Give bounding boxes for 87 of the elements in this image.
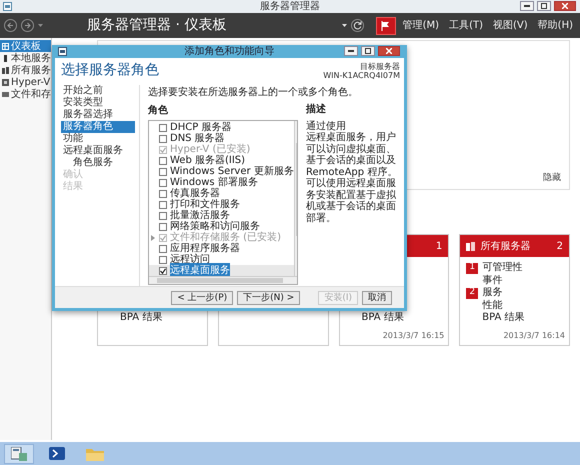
menu-item[interactable]: 帮助(H) (534, 18, 576, 33)
server-manager-taskbar-icon[interactable] (4, 444, 34, 464)
tile-row-label[interactable]: 性能 (482, 298, 502, 313)
forward-arrow-icon (24, 22, 31, 29)
wizard-step[interactable]: 服务器角色 (61, 121, 135, 133)
description-text: 通过使用 远程桌面服务，用户可以访问虚拟桌面、基于会话的桌面以及 RemoteApp 程序。可以使用远程桌面服务安装配置基于虚拟机或基于会话的桌面部署。 (306, 120, 398, 224)
description-link[interactable]: 远程桌面服务 (306, 132, 366, 143)
menu-item[interactable]: 工具(T) (446, 18, 486, 33)
wizard-step[interactable]: 安装类型 (61, 97, 135, 109)
tile-date: 2013/3/7 16:15 (382, 331, 444, 340)
role-checkbox[interactable] (159, 178, 167, 186)
close-icon (386, 48, 392, 54)
wizard-step[interactable]: 功能 (61, 133, 135, 145)
wizard-button[interactable]: < 上一步(P) (171, 290, 234, 304)
back-arrow-icon (7, 22, 14, 29)
role-checkbox[interactable] (159, 222, 167, 230)
dialog-title: 添加角色和功能向导 (184, 44, 274, 59)
app-icon (58, 47, 67, 56)
servers-icon (466, 242, 476, 250)
vertical-scrollbar[interactable] (294, 121, 297, 276)
tile-row-label[interactable]: 事件 (482, 272, 502, 288)
minimize-button[interactable] (344, 46, 358, 56)
close-button[interactable] (378, 46, 400, 56)
wizard-button[interactable]: 取消 (362, 290, 392, 304)
refresh-button[interactable] (350, 19, 364, 32)
wizard-step[interactable]: 远程桌面服务 (61, 145, 135, 157)
dropdown-icon[interactable] (342, 24, 347, 27)
minimize-icon (524, 5, 530, 7)
servers-icon (2, 66, 9, 74)
server-icon (2, 54, 9, 62)
maximize-button[interactable] (537, 1, 551, 11)
role-checkbox[interactable] (159, 190, 167, 198)
app-icon (3, 2, 12, 11)
refresh-icon (352, 21, 362, 30)
role-checkbox[interactable] (159, 244, 167, 252)
close-button[interactable] (554, 1, 576, 11)
tile-count: 2 (556, 240, 563, 254)
minimize-button[interactable] (520, 1, 534, 11)
tile-date: 2013/3/7 16:14 (503, 331, 565, 340)
tile-row-label[interactable]: 可管理性 (482, 260, 522, 276)
sidebar-item[interactable]: 文件和存 (0, 88, 51, 100)
dashboard-icon (2, 42, 9, 50)
tile-row-label[interactable]: BPA 结果 (362, 310, 404, 326)
tile-row-label[interactable]: BPA 结果 (482, 310, 525, 326)
roles-heading: 角色 (148, 104, 169, 118)
tile-title: 所有服务器 (480, 240, 530, 254)
flag-icon (381, 20, 390, 30)
back-button[interactable] (4, 19, 17, 32)
description-heading: 描述 (306, 104, 327, 116)
tile-row-label[interactable]: BPA 结果 (120, 310, 162, 326)
wizard-step[interactable]: 角色服务 (61, 157, 135, 169)
menu-item[interactable]: 管理(M) (400, 18, 442, 33)
role-checkbox[interactable] (159, 212, 167, 220)
sidebar-item[interactable]: 所有服务 (0, 64, 51, 76)
role-checkbox[interactable] (159, 156, 167, 164)
window-title: 服务器管理器 (260, 0, 320, 13)
tile-row-label[interactable]: 服务 (482, 285, 502, 300)
wizard-step[interactable]: 开始之前 (61, 85, 135, 97)
role-checkbox[interactable] (159, 256, 167, 264)
sidebar-item[interactable]: 仪表板 (0, 40, 51, 52)
notifications-flag-button[interactable] (376, 16, 396, 34)
role-checkbox[interactable] (159, 134, 167, 142)
sidebar-item[interactable]: 本地服务 (0, 52, 51, 64)
role-checkbox[interactable] (159, 168, 167, 176)
sidebar-item[interactable]: Hyper-V (0, 76, 51, 88)
role-checkbox[interactable] (159, 266, 167, 274)
target-server: WIN-K1ACRQ4I07M (323, 71, 400, 80)
wizard-step[interactable]: 服务器选择 (61, 109, 135, 121)
target-label: 目标服务器 (359, 62, 400, 71)
storage-icon (2, 90, 9, 98)
instruction-text: 选择要安装在所选服务器上的一个或多个角色。 (148, 86, 359, 100)
maximize-icon (365, 48, 371, 54)
wizard-heading: 选择服务器角色 (61, 62, 159, 80)
maximize-button[interactable] (361, 46, 375, 56)
hide-link[interactable]: 隐藏 (543, 172, 561, 185)
wizard-button[interactable]: 下一步(N) > (237, 290, 300, 304)
maximize-icon (541, 3, 547, 9)
page-title: 服务器管理器 · 仪表板 (87, 16, 226, 35)
role-checkbox[interactable] (159, 200, 167, 208)
tile-header[interactable]: 所有服务器 2 (460, 235, 569, 257)
forward-button[interactable] (21, 19, 34, 32)
menu-item[interactable]: 视图(V) (490, 18, 531, 33)
minimize-icon (348, 50, 354, 52)
horizontal-scrollbar[interactable] (149, 276, 297, 284)
tile-count: 1 (436, 240, 442, 254)
role-checkbox[interactable] (159, 124, 167, 132)
close-icon (562, 3, 568, 9)
